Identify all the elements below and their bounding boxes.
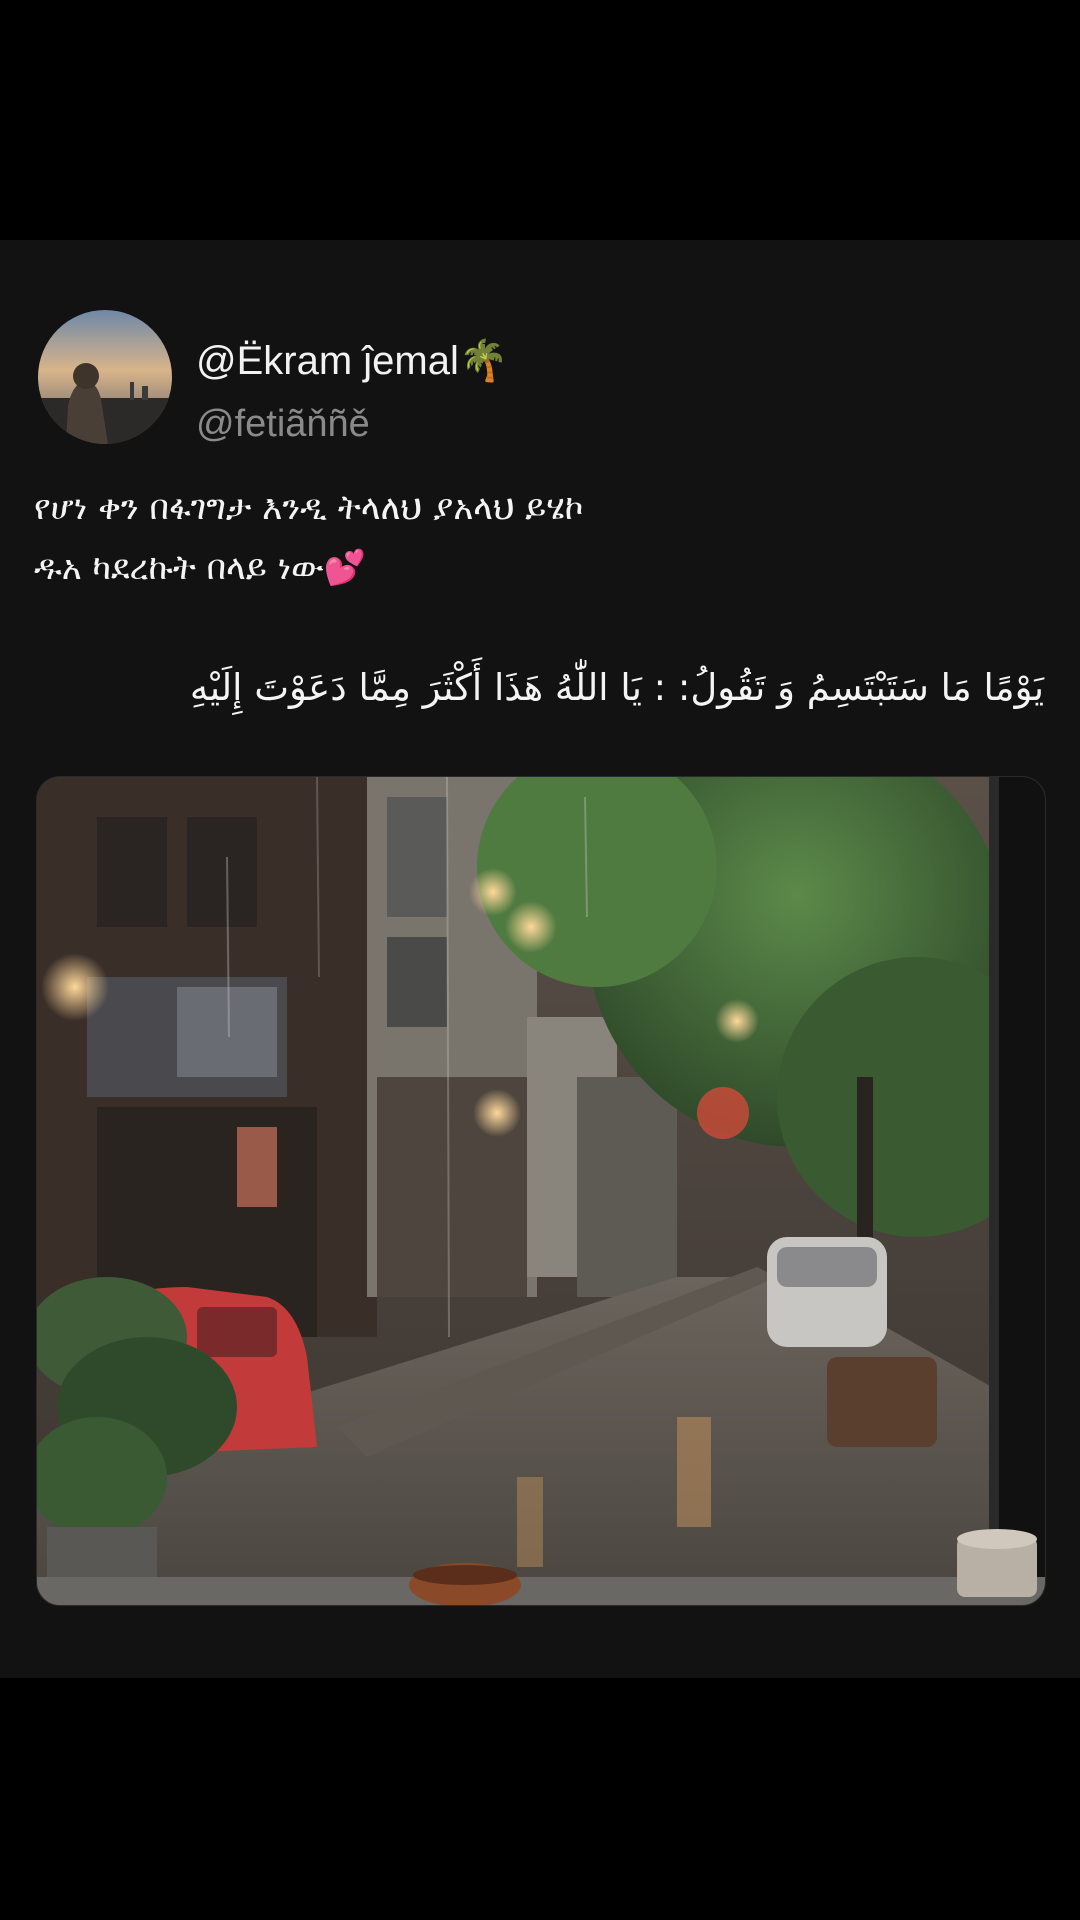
display-name[interactable]: @Ëkram ĵemal🌴 (196, 338, 509, 384)
post-text-line: የሆነ ቀን በፋገግታ እንዲ ትላለህ ያአላህ ይሄኮ (34, 488, 584, 528)
avatar[interactable] (38, 310, 172, 444)
post-text: የሆነ ቀን በፋገግታ እንዲ ትላለህ ያአላህ ይሄኮ ዱአ ካደረኩት … (34, 478, 1044, 718)
post-text-spacer (34, 598, 1044, 658)
user-handle[interactable]: @fetiãňñě (196, 402, 370, 446)
post-text-line: ዱአ ካደረኩት በላይ ነው💕 (34, 548, 367, 588)
post-image[interactable] (36, 776, 1046, 1606)
post-card[interactable]: @Ëkram ĵemal🌴 @fetiãňñě የሆነ ቀን በፋገግታ እንዲ… (0, 240, 1080, 1678)
post-text-arabic: يَوْمًا مَا سَتَبْتَسِمُ وَ تَقُولُ: : ي… (189, 666, 1044, 709)
